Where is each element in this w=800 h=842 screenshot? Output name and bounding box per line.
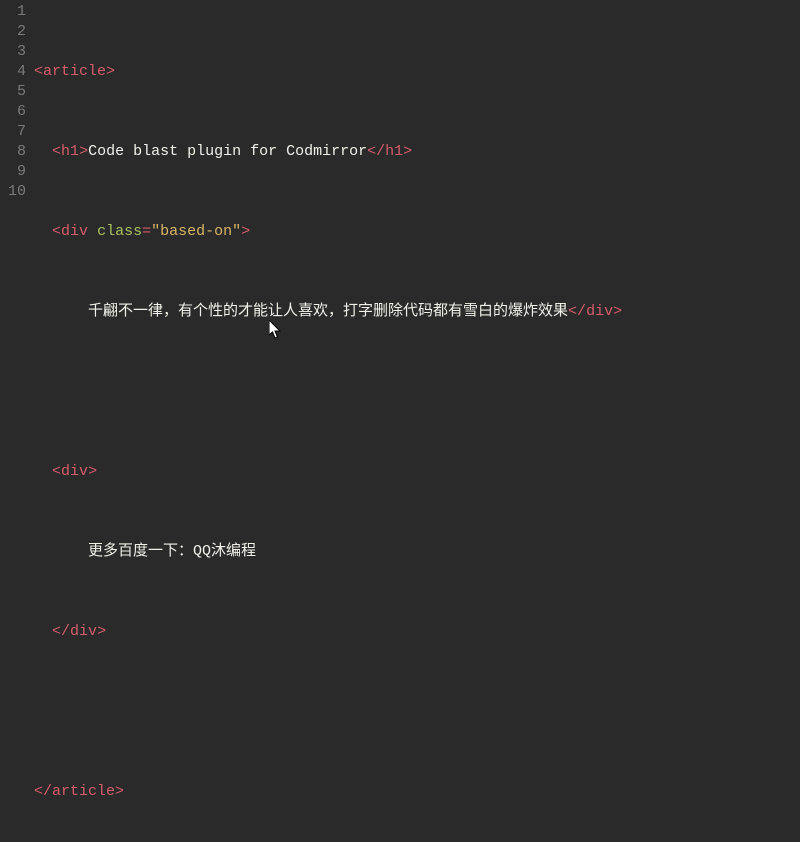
text-content: Code blast plugin for Codmirror <box>88 143 367 160</box>
bracket: < <box>52 143 61 160</box>
equals: = <box>142 223 151 240</box>
line-number: 8 <box>8 142 26 162</box>
code-line[interactable]: <div class="based-on"> <box>34 222 800 242</box>
bracket: > <box>106 63 115 80</box>
bracket: > <box>241 223 250 240</box>
bracket: > <box>403 143 412 160</box>
line-number: 5 <box>8 82 26 102</box>
quote: " <box>232 223 241 240</box>
line-number: 3 <box>8 42 26 62</box>
bracket: </ <box>568 303 586 320</box>
code-line[interactable] <box>34 702 800 722</box>
indent <box>34 463 52 480</box>
code-line[interactable]: </article> <box>34 782 800 802</box>
tag-name: article <box>52 783 115 800</box>
line-number: 7 <box>8 122 26 142</box>
tag-name: h1 <box>385 143 403 160</box>
code-line[interactable]: <div> <box>34 462 800 482</box>
bracket: > <box>613 303 622 320</box>
bracket: > <box>88 463 97 480</box>
code-editor[interactable]: 1 2 3 4 5 6 7 8 9 10 <article> <h1>Code … <box>0 0 800 500</box>
code-line[interactable] <box>34 382 800 402</box>
line-number: 1 <box>8 2 26 22</box>
bracket: < <box>34 63 43 80</box>
code-line[interactable]: <article> <box>34 62 800 82</box>
code-line[interactable]: </div> <box>34 622 800 642</box>
attr-value: based-on <box>160 223 232 240</box>
tag-name: div <box>61 463 88 480</box>
bracket: > <box>79 143 88 160</box>
bracket: </ <box>367 143 385 160</box>
tag-name: article <box>43 63 106 80</box>
tag-name: div <box>61 223 88 240</box>
tag-name: div <box>70 623 97 640</box>
line-number: 6 <box>8 102 26 122</box>
text-content: 更多百度一下：QQ沐编程 <box>88 543 256 560</box>
bracket: > <box>115 783 124 800</box>
code-line[interactable]: 更多百度一下：QQ沐编程 <box>34 542 800 562</box>
indent <box>34 543 88 560</box>
line-number-gutter: 1 2 3 4 5 6 7 8 9 10 <box>0 0 32 500</box>
bracket: </ <box>34 783 52 800</box>
code-line[interactable]: <h1>Code blast plugin for Codmirror</h1> <box>34 142 800 162</box>
tag-name: div <box>586 303 613 320</box>
tag-name: h1 <box>61 143 79 160</box>
line-number: 9 <box>8 162 26 182</box>
line-number: 4 <box>8 62 26 82</box>
bracket: </ <box>52 623 70 640</box>
code-line[interactable]: 千翩不一律，有个性的才能让人喜欢，打字删除代码都有雪白的爆炸效果</div> <box>34 302 800 322</box>
indent <box>34 623 52 640</box>
line-number: 10 <box>8 182 26 202</box>
indent <box>34 223 52 240</box>
bracket: < <box>52 463 61 480</box>
indent <box>34 143 52 160</box>
code-area[interactable]: <article> <h1>Code blast plugin for Codm… <box>32 0 800 500</box>
line-number: 2 <box>8 22 26 42</box>
text-content: 千翩不一律，有个性的才能让人喜欢，打字删除代码都有雪白的爆炸效果 <box>88 303 568 320</box>
indent <box>34 303 88 320</box>
attr-name: class <box>97 223 142 240</box>
bracket: > <box>97 623 106 640</box>
quote: " <box>151 223 160 240</box>
bracket: < <box>52 223 61 240</box>
